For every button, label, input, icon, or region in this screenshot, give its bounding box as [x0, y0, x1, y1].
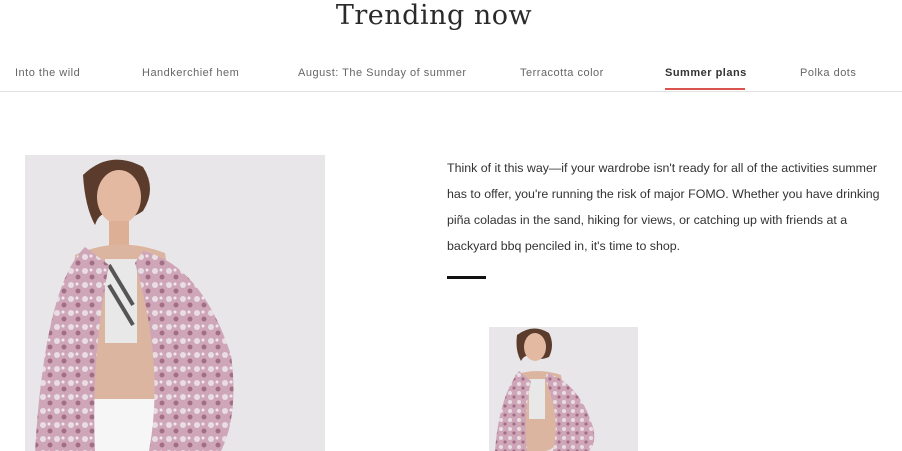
tab-polka-dots[interactable]: Polka dots [800, 67, 856, 79]
tab-summer-plans[interactable]: Summer plans [665, 67, 747, 79]
model-kimono-thumbnail-illustration [489, 327, 638, 451]
collection-description: Think of it this way—if your wardrobe is… [447, 161, 880, 253]
category-tab-bar: Into the wild Handkerchief hem August: T… [0, 60, 902, 92]
product-photo-main[interactable] [25, 155, 325, 451]
tab-terracotta-color[interactable]: Terracotta color [520, 67, 604, 79]
tab-into-the-wild[interactable]: Into the wild [15, 67, 80, 79]
section-divider [447, 276, 486, 279]
tab-august-sunday-of-summer[interactable]: August: The Sunday of summer [298, 67, 467, 79]
product-photo-thumbnail[interactable] [489, 327, 638, 451]
model-kimono-illustration [25, 155, 325, 451]
active-tab-indicator [665, 88, 745, 90]
tab-handkerchief-hem[interactable]: Handkerchief hem [142, 67, 239, 79]
page-title: Trending now [335, 0, 533, 31]
